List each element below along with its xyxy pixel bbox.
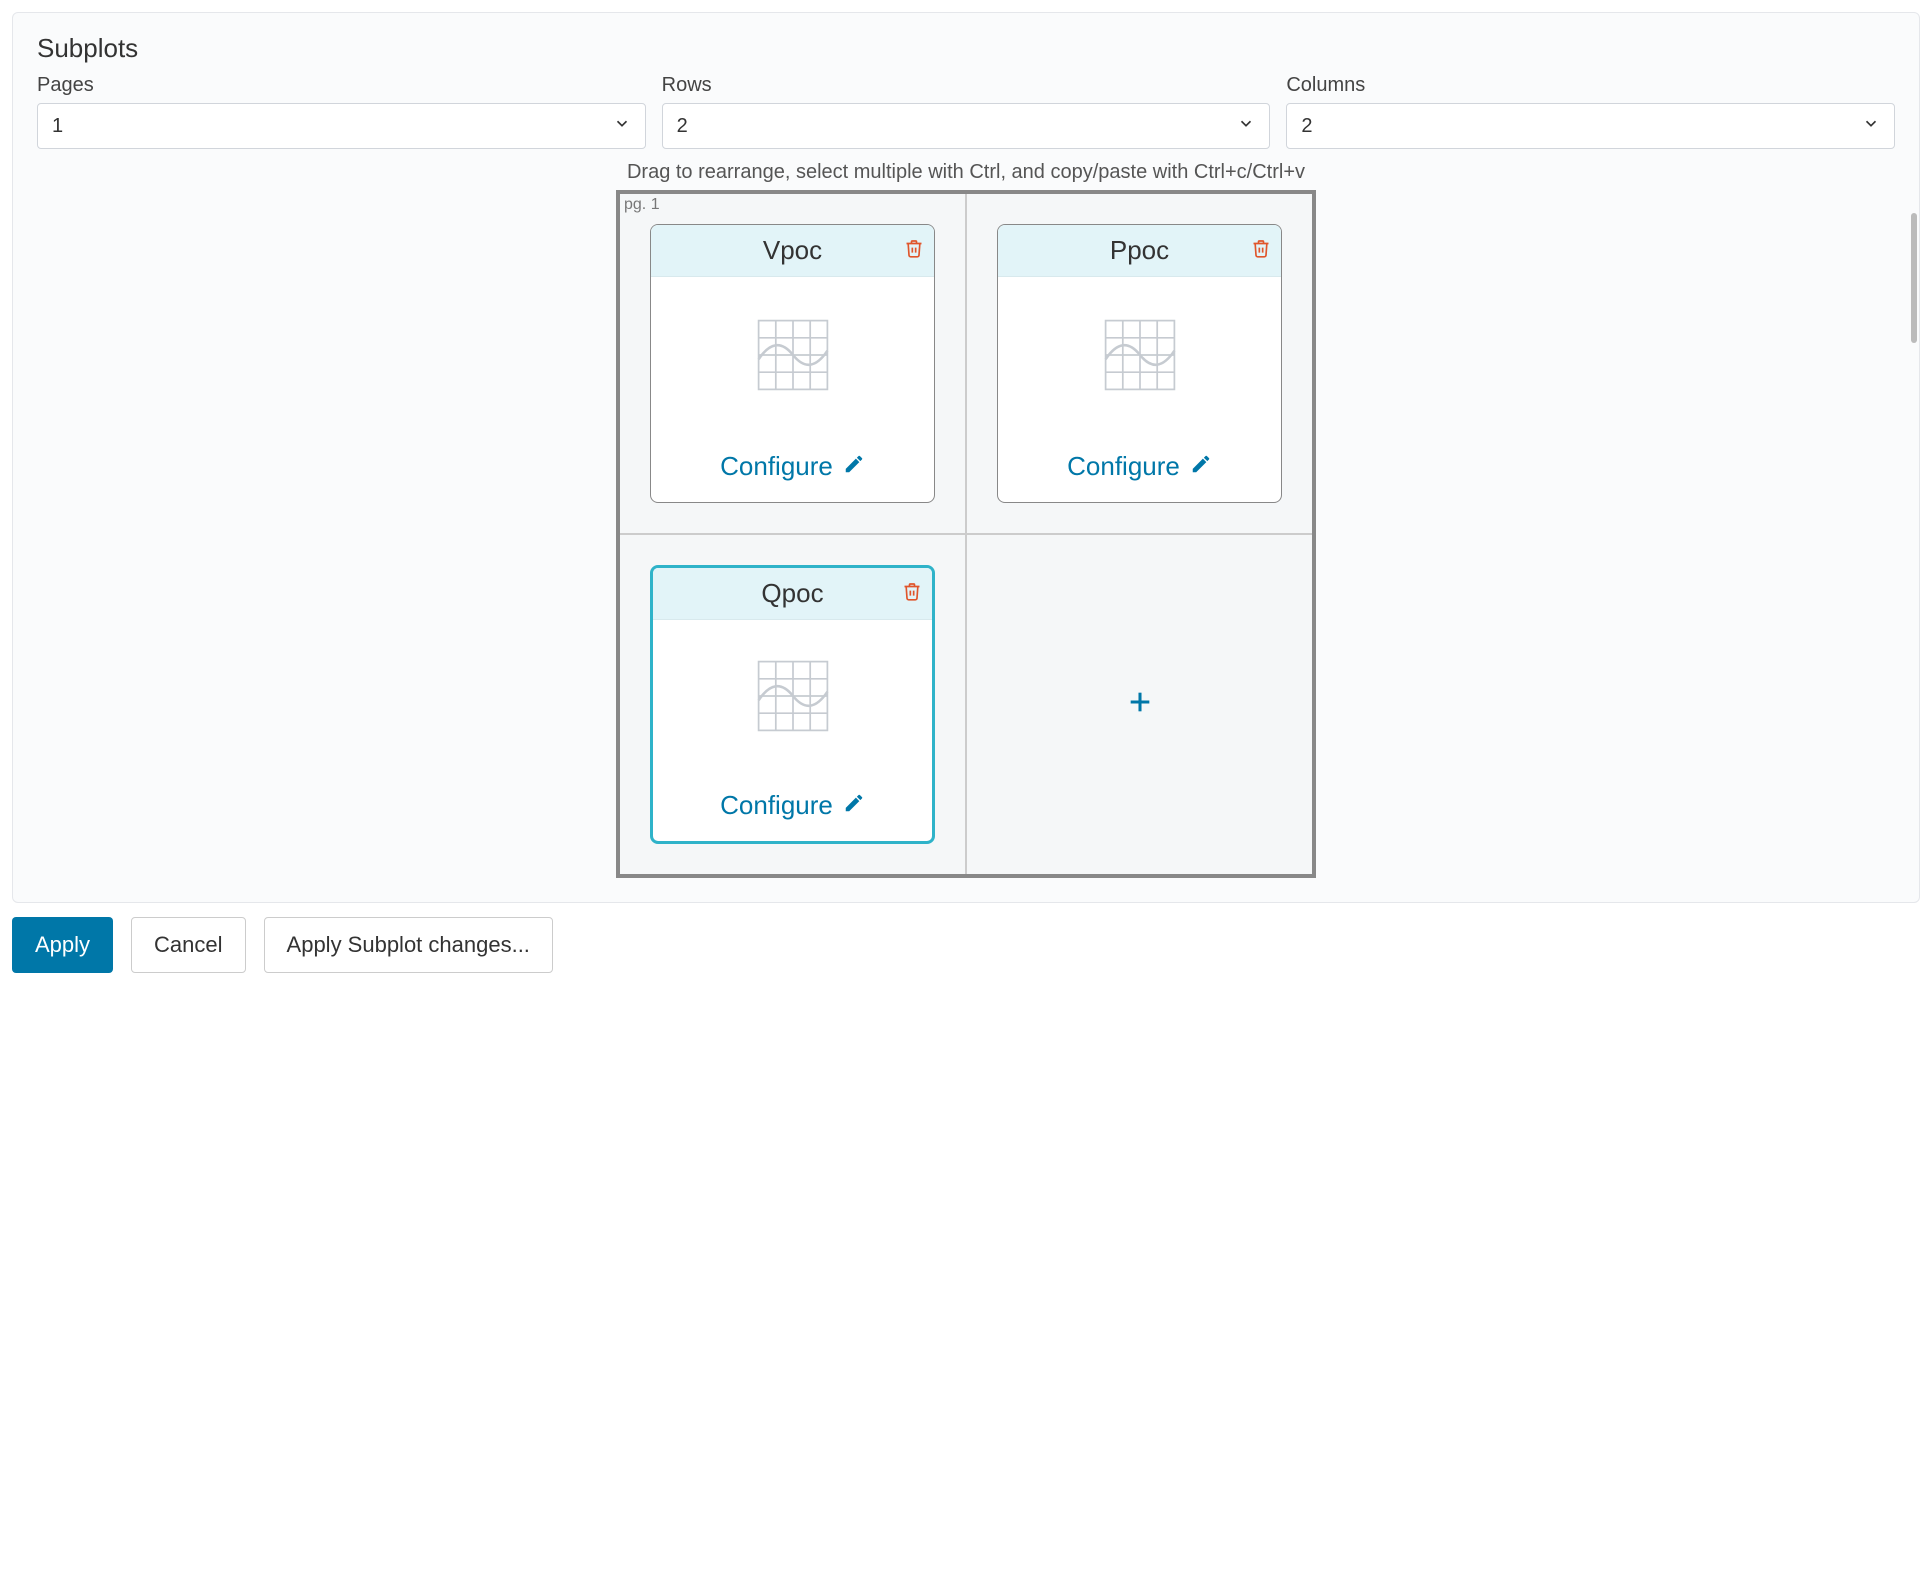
scrollbar[interactable]: [1911, 213, 1917, 343]
card-body: [651, 277, 934, 437]
apply-label: Apply: [35, 932, 90, 958]
subplot-grid-container: pg. 1 Vpoc: [616, 190, 1316, 878]
subplot-card-qpoc[interactable]: Qpoc: [650, 565, 935, 844]
pages-group: Pages 1: [37, 74, 646, 149]
card-body: [653, 620, 932, 776]
chart-placeholder-icon: [750, 653, 836, 744]
controls-row: Pages 1 Rows 2 Columns 2: [37, 74, 1895, 149]
panel-title: Subplots: [37, 33, 1895, 64]
pencil-icon: [1190, 453, 1212, 480]
card-header: Vpoc: [651, 225, 934, 277]
subplots-panel: Subplots Pages 1 Rows 2 Columns 2: [12, 12, 1920, 903]
cancel-label: Cancel: [154, 932, 222, 958]
card-header: Qpoc: [653, 568, 932, 620]
chart-placeholder-icon: [1097, 312, 1183, 403]
chevron-down-icon: [613, 115, 631, 138]
columns-select[interactable]: 2: [1286, 103, 1895, 149]
card-header: Ppoc: [998, 225, 1281, 277]
configure-button[interactable]: Configure: [998, 437, 1281, 502]
grid-cell[interactable]: Qpoc: [620, 534, 966, 874]
chart-placeholder-icon: [750, 312, 836, 403]
helper-text: Drag to rearrange, select multiple with …: [37, 161, 1895, 184]
pages-label: Pages: [37, 74, 646, 97]
columns-value: 2: [1301, 115, 1312, 138]
columns-group: Columns 2: [1286, 74, 1895, 149]
grid-cell[interactable]: Vpoc: [620, 194, 966, 534]
grid-cell[interactable]: Ppoc: [966, 194, 1312, 534]
apply-subplot-label: Apply Subplot changes...: [287, 932, 530, 958]
rows-label: Rows: [662, 74, 1271, 97]
rows-value: 2: [677, 115, 688, 138]
configure-button[interactable]: Configure: [653, 776, 932, 841]
pages-value: 1: [52, 115, 63, 138]
chevron-down-icon: [1862, 115, 1880, 138]
trash-icon[interactable]: [904, 238, 924, 263]
configure-button[interactable]: Configure: [651, 437, 934, 502]
chevron-down-icon: [1237, 115, 1255, 138]
pencil-icon: [843, 453, 865, 480]
subplot-card-ppoc[interactable]: Ppoc: [997, 224, 1282, 503]
rows-select[interactable]: 2: [662, 103, 1271, 149]
cancel-button[interactable]: Cancel: [131, 917, 245, 973]
pages-select[interactable]: 1: [37, 103, 646, 149]
rows-group: Rows 2: [662, 74, 1271, 149]
subplot-grid: Vpoc: [620, 194, 1312, 874]
actions-row: Apply Cancel Apply Subplot changes...: [12, 903, 1920, 993]
trash-icon[interactable]: [1251, 238, 1271, 263]
grid-cell-empty[interactable]: [966, 534, 1312, 874]
card-title: Vpoc: [763, 235, 822, 266]
plus-icon[interactable]: [1126, 688, 1154, 721]
apply-button[interactable]: Apply: [12, 917, 113, 973]
apply-subplot-changes-button[interactable]: Apply Subplot changes...: [264, 917, 553, 973]
subplot-card-vpoc[interactable]: Vpoc: [650, 224, 935, 503]
page-label: pg. 1: [624, 196, 660, 214]
card-body: [998, 277, 1281, 437]
configure-label: Configure: [720, 451, 833, 482]
trash-icon[interactable]: [902, 581, 922, 606]
pencil-icon: [843, 792, 865, 819]
card-title: Qpoc: [761, 578, 823, 609]
configure-label: Configure: [720, 790, 833, 821]
configure-label: Configure: [1067, 451, 1180, 482]
columns-label: Columns: [1286, 74, 1895, 97]
card-title: Ppoc: [1110, 235, 1169, 266]
